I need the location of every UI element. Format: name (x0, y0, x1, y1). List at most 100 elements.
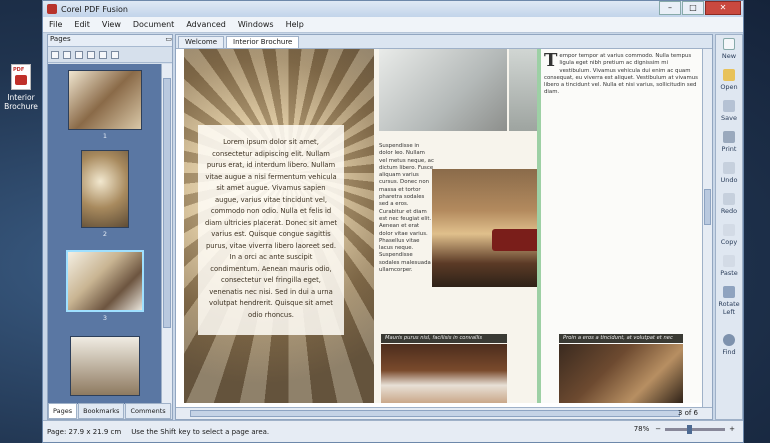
menu-bar: File Edit View Document Advanced Windows… (43, 17, 743, 33)
document-area: Welcome Interior Brochure Lorem ipsum do… (175, 34, 713, 420)
drop-cap: T (544, 50, 558, 71)
kitchen-photo (559, 344, 683, 403)
zoom-control: 78% − + (634, 424, 735, 434)
document-page[interactable]: Lorem ipsum dolor sit amet, consectetur … (184, 49, 702, 403)
maximize-button[interactable]: □ (682, 1, 704, 15)
printer-icon (723, 131, 735, 143)
intro-text: Lorem ipsum dolor sit amet, consectetur … (198, 125, 344, 335)
pages-panel-title: Pages (50, 35, 71, 43)
title-bar[interactable]: Corel PDF Fusion – □ ✕ (43, 1, 743, 17)
delete-page-icon[interactable] (99, 50, 107, 59)
column-4-text: empor tempor at varius commodo. Nulla te… (544, 53, 698, 96)
extract-page-icon[interactable] (87, 50, 95, 59)
bathroom-photo (379, 49, 507, 131)
insert-page-icon[interactable] (75, 50, 83, 59)
binoculars-icon (723, 334, 735, 346)
copy-button[interactable]: Copy (716, 221, 742, 252)
page-size-readout: Page: 27.9 x 21.9 cm (47, 427, 122, 436)
paste-icon (723, 255, 735, 267)
new-label: New (721, 52, 737, 60)
tab-comments[interactable]: Comments (125, 403, 171, 419)
save-button[interactable]: Save (716, 97, 742, 128)
minimize-button[interactable]: – (659, 1, 681, 15)
copy-icon (723, 224, 735, 236)
status-bar: Page: 27.9 x 21.9 cm Use the Shift key t… (43, 420, 743, 442)
document-horizontal-scrollbar[interactable]: 3 of 6 (176, 407, 712, 419)
document-hscroll-thumb[interactable] (190, 410, 680, 417)
zoom-slider[interactable] (665, 424, 726, 434)
rotate-left-label: Rotate Left (718, 300, 740, 316)
undo-button[interactable]: Undo (716, 159, 742, 190)
page-thumbnail-3[interactable] (66, 250, 144, 312)
rotate-page-left-icon[interactable] (51, 50, 59, 59)
pdf-tag: PDF (13, 67, 25, 73)
page-thumbnail-2[interactable] (81, 150, 129, 228)
redo-icon (723, 193, 735, 205)
page-thumbnail-4[interactable] (70, 336, 140, 396)
page-indicator: 3 of 6 (677, 409, 698, 417)
pages-scrollbar[interactable] (161, 64, 172, 404)
pages-panel: Pages ▭ 1 2 3 Pages Bookmarks Comments (47, 34, 173, 420)
page-properties-icon[interactable] (111, 50, 119, 59)
tab-interior-brochure[interactable]: Interior Brochure (226, 36, 300, 48)
zoom-in-button[interactable]: + (729, 425, 735, 433)
page-number-1: 1 (102, 132, 108, 140)
desktop-icon-label: Interior Brochure (4, 93, 38, 111)
thumbnails-list[interactable]: 1 2 3 (48, 64, 162, 404)
bedroom-caption: Mauris purus nisl, facilisis in convalli… (381, 334, 507, 343)
new-document-icon (723, 38, 735, 50)
document-vscroll-thumb[interactable] (704, 189, 711, 225)
open-label: Open (720, 83, 738, 91)
page-number-2: 2 (102, 230, 108, 238)
rotate-left-button[interactable]: Rotate Left (716, 283, 742, 331)
menu-edit[interactable]: Edit (74, 20, 90, 29)
right-toolbar: New Open Save Print Undo Redo Copy Paste… (715, 34, 743, 420)
zoom-out-button[interactable]: − (655, 425, 661, 433)
bedroom-photo (381, 344, 507, 403)
save-icon (723, 100, 735, 112)
copy-label: Copy (720, 238, 738, 246)
undo-icon (723, 162, 735, 174)
open-button[interactable]: Open (716, 66, 742, 97)
window-title: Corel PDF Fusion (61, 4, 128, 14)
menu-help[interactable]: Help (286, 20, 304, 29)
save-label: Save (721, 114, 737, 122)
paste-button[interactable]: Paste (716, 252, 742, 283)
redo-button[interactable]: Redo (716, 190, 742, 221)
pages-toolbar (48, 47, 172, 63)
paste-label: Paste (720, 269, 738, 277)
desktop-icon-interior-brochure[interactable]: PDF Interior Brochure (2, 64, 40, 111)
app-window: Corel PDF Fusion – □ ✕ File Edit View Do… (42, 0, 744, 443)
redo-label: Redo (720, 207, 738, 215)
print-button[interactable]: Print (716, 128, 742, 159)
zoom-level[interactable]: 78% (634, 425, 650, 433)
rotate-left-icon (723, 286, 735, 298)
bathroom-detail-photo (509, 49, 537, 131)
status-hint: Use the Shift key to select a page area. (131, 427, 270, 436)
tab-pages[interactable]: Pages (48, 403, 78, 419)
undo-label: Undo (720, 176, 738, 184)
find-label: Find (722, 348, 736, 356)
page-thumbnail-1[interactable] (68, 70, 142, 130)
folder-icon (723, 69, 735, 81)
new-button[interactable]: New (716, 35, 742, 66)
tab-welcome[interactable]: Welcome (178, 36, 225, 48)
find-button[interactable]: Find (716, 331, 742, 362)
menu-view[interactable]: View (102, 20, 121, 29)
menu-windows[interactable]: Windows (238, 20, 274, 29)
document-vertical-scrollbar[interactable] (702, 49, 712, 407)
rotate-page-right-icon[interactable] (63, 50, 71, 59)
column-2-text: Suspendisse in dolor leo. Nullam vel met… (379, 143, 434, 274)
pages-scroll-thumb[interactable] (163, 78, 171, 328)
menu-document[interactable]: Document (133, 20, 174, 29)
pin-icon[interactable]: ▭ (165, 35, 172, 46)
tab-bookmarks[interactable]: Bookmarks (78, 403, 125, 419)
kitchen-caption: Proin a eros a tincidunt, at volutpat et… (559, 334, 683, 343)
app-logo-icon (47, 4, 57, 14)
close-button[interactable]: ✕ (705, 1, 741, 15)
menu-file[interactable]: File (49, 20, 62, 29)
print-label: Print (721, 145, 737, 153)
pdf-file-icon: PDF (11, 64, 31, 90)
page-number-3: 3 (102, 314, 108, 322)
menu-advanced[interactable]: Advanced (186, 20, 226, 29)
